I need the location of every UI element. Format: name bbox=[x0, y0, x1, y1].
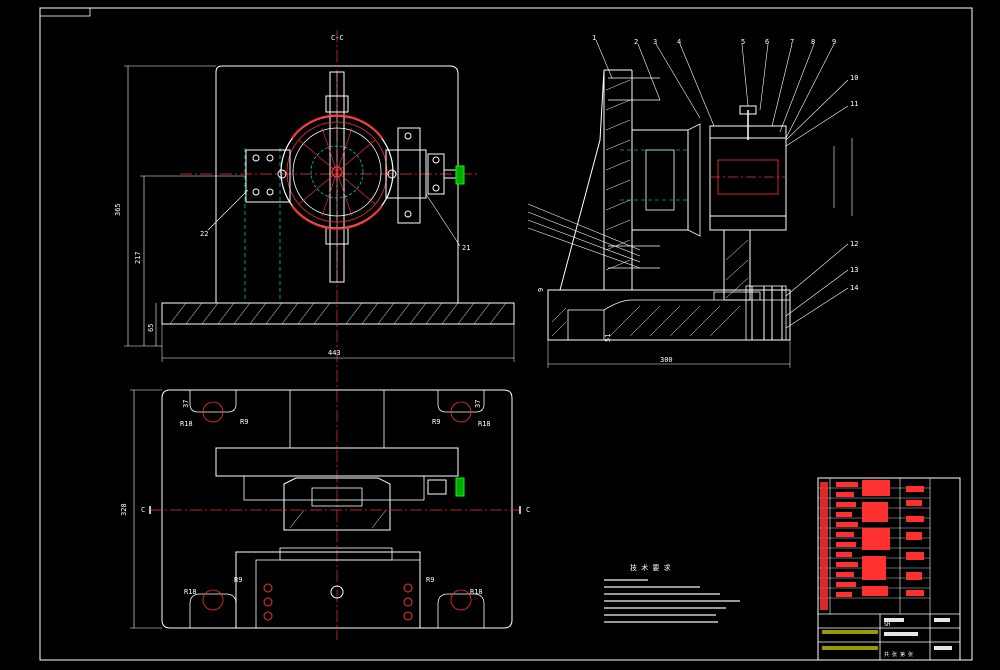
balloon-1: 1 bbox=[592, 34, 596, 42]
balloon-10: 10 bbox=[850, 74, 858, 82]
balloon-9: 9 bbox=[832, 38, 836, 46]
balloon-7: 7 bbox=[790, 38, 794, 46]
cad-drawing-canvas: 365 217 65 443 C-C 22 21 300 9 51 1 2 3 … bbox=[0, 0, 1000, 666]
balloon-13: 13 bbox=[850, 266, 858, 274]
dim-r9-bottom-left: R9 bbox=[234, 576, 242, 584]
balloon-12: 12 bbox=[850, 240, 858, 248]
dim-r9-top-right: R9 bbox=[432, 418, 440, 426]
dim-front-mid-height: 217 bbox=[134, 251, 142, 264]
section-label-left: C bbox=[141, 506, 145, 514]
dim-front-base-height: 65 bbox=[147, 324, 155, 332]
title-block bbox=[817, 477, 961, 661]
dim-side-height-b: 51 bbox=[604, 334, 612, 342]
dim-front-width: 443 bbox=[328, 349, 341, 357]
dim-radius-bottom-left: R18 bbox=[184, 588, 197, 596]
balloon-14: 14 bbox=[850, 284, 858, 292]
dim-radius-bottom-right: R18 bbox=[470, 588, 483, 596]
balloon-2: 2 bbox=[634, 38, 638, 46]
balloon-4: 4 bbox=[677, 38, 681, 46]
balloon-11: 11 bbox=[850, 100, 858, 108]
dim-r9-bottom-right: R9 bbox=[426, 576, 434, 584]
title-sheet: 共 张 第 张 bbox=[884, 651, 913, 658]
title-doc-code: SH bbox=[884, 622, 890, 628]
dim-radius-top-left: R18 bbox=[180, 420, 193, 428]
balloon-3: 3 bbox=[653, 38, 657, 46]
balloon-21: 21 bbox=[462, 244, 470, 252]
notes-title: 技 术 要 求 bbox=[630, 563, 671, 572]
front-view bbox=[124, 30, 515, 640]
dim-top-height: 320 bbox=[120, 503, 128, 516]
section-label-top: C-C bbox=[331, 34, 344, 42]
dim-offset-right: 37 bbox=[474, 400, 482, 408]
dim-side-height-a: 9 bbox=[537, 288, 545, 292]
balloon-5: 5 bbox=[741, 38, 745, 46]
balloon-6: 6 bbox=[765, 38, 769, 46]
technical-notes bbox=[604, 579, 740, 623]
dim-r9-top-left: R9 bbox=[240, 418, 248, 426]
side-view bbox=[527, 39, 853, 368]
drawing-border bbox=[39, 7, 973, 661]
dim-radius-top-right: R18 bbox=[478, 420, 491, 428]
dim-offset-left: 37 bbox=[182, 400, 190, 408]
drawing-corner-tab bbox=[39, 7, 91, 17]
balloon-8: 8 bbox=[811, 38, 815, 46]
dim-side-width: 300 bbox=[660, 356, 673, 364]
dim-front-overall-height: 365 bbox=[114, 203, 122, 216]
balloon-22: 22 bbox=[200, 230, 208, 238]
cad-drawing: 365 217 65 443 C-C 22 21 300 9 51 1 2 3 … bbox=[39, 7, 973, 661]
section-label-right: C bbox=[526, 506, 530, 514]
